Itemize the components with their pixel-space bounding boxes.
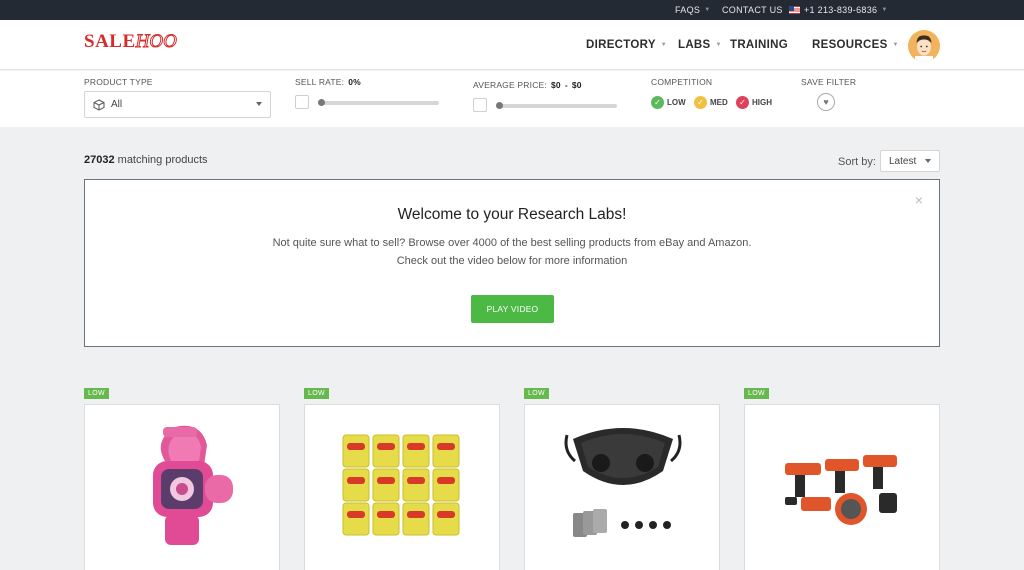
avg-price-min: $0: [550, 80, 561, 90]
filter-bar: PRODUCT TYPE All SELL RATE: 0% AVERAGE PR…: [0, 71, 1024, 127]
welcome-panel: × Welcome to your Research Labs! Not qui…: [84, 179, 940, 347]
product-card[interactable]: [744, 404, 940, 570]
welcome-text-line2: Check out the video below for more infor…: [396, 255, 628, 267]
chevron-down-icon: ▼: [892, 42, 899, 48]
product-type-select[interactable]: All: [84, 91, 271, 118]
sell-rate-label: SELL RATE: 0%: [295, 77, 361, 87]
results-count: 27032 matching products: [84, 154, 208, 166]
checkmark-icon: ✓: [694, 96, 707, 109]
competition-med-toggle[interactable]: ✓ MED: [694, 96, 728, 109]
faqs-label: FAQS: [675, 5, 701, 15]
nav-label: LABS: [678, 39, 711, 51]
average-price-checkbox[interactable]: [473, 98, 487, 112]
sort-by-label: Sort by:: [838, 156, 876, 168]
chevron-down-icon: ▼: [881, 7, 888, 13]
chevron-down-icon: ▼: [704, 7, 711, 13]
checkmark-icon: ✓: [736, 96, 749, 109]
competition-label: COMPETITION: [651, 77, 713, 87]
sell-rate-slider[interactable]: [318, 99, 439, 106]
results-count-suffix: matching products: [117, 154, 208, 166]
contact-us-link[interactable]: CONTACT US: [722, 5, 783, 15]
product-type-label: PRODUCT TYPE: [84, 77, 153, 87]
kids-smartwatch-image: [153, 425, 233, 545]
top-utility-bar: FAQS ▼ CONTACT US +1 213-839-6836 ▼: [0, 0, 1024, 20]
nav-label: TRAINING: [730, 39, 788, 51]
sort-select[interactable]: Latest: [880, 150, 940, 172]
avg-price-separator: -: [564, 80, 568, 90]
competition-high-toggle[interactable]: ✓ HIGH: [736, 96, 772, 109]
competition-badge: LOW: [84, 388, 109, 399]
play-video-button[interactable]: PLAY VIDEO: [471, 295, 554, 323]
caret-down-icon: [256, 102, 262, 106]
nav-label: RESOURCES: [812, 39, 888, 51]
slider-handle[interactable]: [496, 102, 503, 109]
welcome-text-line1: Not quite sure what to sell? Browse over…: [272, 237, 752, 249]
results-count-number: 27032: [84, 154, 115, 166]
main-header: SALEHOO DIRECTORY ▼ LABS ▼ TRAINING RESO…: [0, 20, 1024, 70]
avg-price-max: $0: [571, 80, 582, 90]
caret-down-icon: [925, 159, 931, 163]
logo-text: SALE: [84, 31, 136, 52]
nav-directory[interactable]: DIRECTORY ▼: [586, 39, 667, 51]
chevron-down-icon: ▼: [715, 42, 722, 48]
product-card[interactable]: [524, 404, 720, 570]
competition-med-label: MED: [710, 98, 728, 107]
logo-text-accent: HOO: [135, 31, 177, 53]
us-flag-icon: [789, 6, 800, 14]
competition-low-toggle[interactable]: ✓ LOW: [651, 96, 686, 109]
nav-label: DIRECTORY: [586, 39, 656, 51]
competition-badge: LOW: [744, 388, 769, 399]
save-filter-button[interactable]: ♥: [817, 93, 835, 111]
contact-label: CONTACT US: [722, 5, 783, 15]
welcome-title: Welcome to your Research Labs!: [397, 206, 627, 223]
power-tool-set-image: [785, 455, 897, 525]
competition-badge: LOW: [304, 388, 329, 399]
product-card[interactable]: [84, 404, 280, 570]
nav-training[interactable]: TRAINING: [730, 39, 788, 51]
product-type-value: All: [111, 99, 123, 110]
avg-price-label-text: AVERAGE PRICE:: [473, 80, 547, 90]
nav-resources[interactable]: RESOURCES ▼: [812, 39, 899, 51]
product-card[interactable]: [304, 404, 500, 570]
box-icon: [93, 98, 105, 111]
checkmark-icon: ✓: [651, 96, 664, 109]
phone-label: +1 213-839-6836: [804, 5, 878, 15]
average-price-slider[interactable]: [496, 102, 617, 109]
competition-badge: LOW: [524, 388, 549, 399]
competition-low-label: LOW: [667, 98, 686, 107]
face-mask-image: [564, 428, 682, 537]
avatar-face-icon: [915, 35, 933, 62]
slider-handle[interactable]: [318, 99, 325, 106]
faqs-link[interactable]: FAQS ▼: [675, 5, 710, 15]
salehoo-logo[interactable]: SALEHOO: [84, 31, 177, 53]
average-price-label: AVERAGE PRICE: $0- $0: [473, 80, 582, 90]
sell-rate-checkbox[interactable]: [295, 95, 309, 109]
nav-labs[interactable]: LABS ▼: [678, 39, 722, 51]
play-doh-tubs-image: [342, 434, 460, 536]
user-avatar[interactable]: [908, 30, 940, 62]
chevron-down-icon: ▼: [660, 42, 668, 48]
save-filter-label: SAVE FILTER: [801, 77, 857, 87]
sell-rate-label-text: SELL RATE:: [295, 77, 345, 87]
heart-icon: ♥: [823, 97, 829, 107]
sell-rate-value: 0%: [348, 77, 361, 87]
phone-link[interactable]: +1 213-839-6836 ▼: [789, 5, 888, 15]
sort-value: Latest: [889, 156, 917, 167]
competition-high-label: HIGH: [752, 98, 772, 107]
